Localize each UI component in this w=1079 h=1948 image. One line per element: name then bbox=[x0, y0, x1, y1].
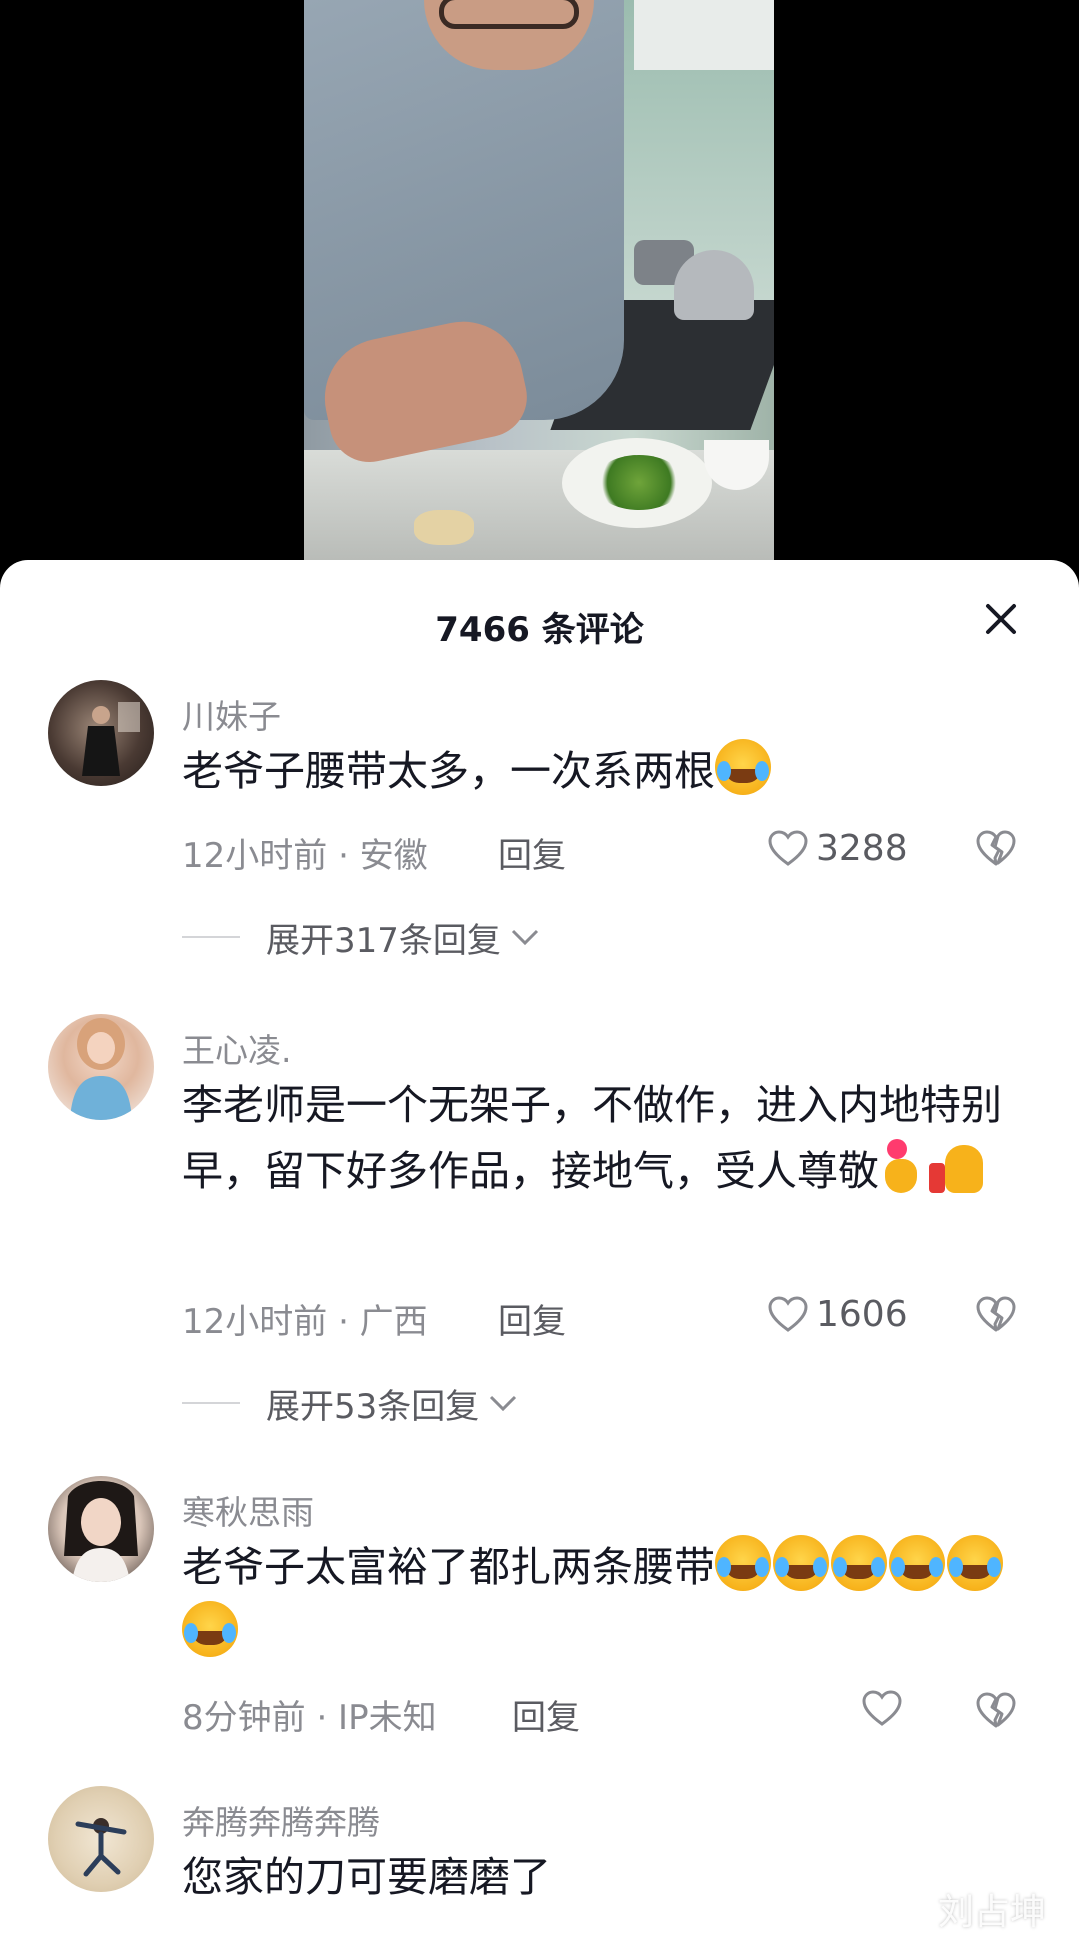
comment-username[interactable]: 川妹子 bbox=[182, 690, 281, 738]
avatar-figure-icon bbox=[64, 1481, 138, 1582]
comment-time-location: 8分钟前 · IP未知 bbox=[182, 1698, 437, 1738]
comment-text: 李老师是一个无架子，不做作，进入内地特别早，留下好多作品，接地气，受人尊敬 bbox=[182, 1072, 1002, 1204]
expand-replies-label: 展开53条回复 bbox=[266, 1386, 480, 1427]
expand-replies-button[interactable]: 展开317条回复 bbox=[182, 912, 541, 962]
comment-username[interactable]: 奔腾奔腾奔腾 bbox=[182, 1796, 380, 1844]
broken-heart-icon bbox=[976, 1296, 1016, 1332]
comment-text: 老爷子腰带太多，一次系两根 bbox=[182, 738, 1012, 804]
comment-time-location: 12小时前 · 广西 bbox=[182, 1302, 428, 1342]
reply-button[interactable]: 回复 bbox=[498, 828, 566, 877]
chevron-down-icon bbox=[511, 929, 538, 946]
video-cabinet bbox=[634, 0, 774, 70]
rolling-laugh-emoji bbox=[715, 1535, 771, 1591]
avatar[interactable] bbox=[48, 1786, 154, 1892]
comment-text: 您家的刀可要磨磨了 bbox=[182, 1844, 1012, 1910]
like-count: 3288 bbox=[816, 828, 908, 869]
rolling-laugh-emoji bbox=[947, 1535, 1003, 1591]
comment-sheet-header: 7466 条评论 bbox=[0, 560, 1079, 676]
broken-heart-icon bbox=[976, 830, 1016, 866]
dislike-button[interactable] bbox=[976, 1296, 1016, 1334]
avatar-figure-icon bbox=[82, 702, 140, 776]
comment-meta: 12小时前 · 广西 回复 1606 bbox=[182, 1294, 1042, 1344]
comment-time-location: 12小时前 · 安徽 bbox=[182, 836, 428, 876]
avatar[interactable] bbox=[48, 1014, 154, 1120]
comment-text: 老爷子太富裕了都扎两条腰带 bbox=[182, 1534, 1012, 1666]
dislike-button[interactable] bbox=[976, 1692, 1016, 1730]
expand-divider bbox=[182, 1402, 240, 1404]
like-button[interactable]: 3288 bbox=[768, 828, 908, 869]
comment-meta: 8分钟前 · IP未知 回复 bbox=[182, 1690, 1042, 1740]
thumbs-up-emoji bbox=[929, 1139, 987, 1195]
comment-text-body: 老爷子腰带太多，一次系两根 bbox=[182, 747, 715, 795]
video-player[interactable] bbox=[0, 0, 1079, 560]
expand-replies-button[interactable]: 展开53条回复 bbox=[182, 1378, 519, 1428]
heart-outline-icon bbox=[862, 1690, 902, 1726]
heart-outline-icon bbox=[768, 829, 808, 866]
comment-meta: 12小时前 · 安徽 回复 3288 bbox=[182, 828, 1042, 878]
close-icon bbox=[986, 604, 1016, 634]
reply-button[interactable]: 回复 bbox=[498, 1294, 566, 1343]
rolling-laugh-emoji bbox=[889, 1535, 945, 1591]
comment-count-title: 7466 条评论 bbox=[435, 610, 644, 650]
rolling-laugh-emoji bbox=[715, 739, 771, 795]
comment-username[interactable]: 寒秋思雨 bbox=[182, 1486, 314, 1534]
rolling-laugh-emoji bbox=[831, 1535, 887, 1591]
video-kettle bbox=[674, 250, 754, 320]
watermark: 刘占坤 bbox=[938, 1892, 1047, 1933]
avatar[interactable] bbox=[48, 680, 154, 786]
rolling-laugh-emoji bbox=[773, 1535, 829, 1591]
reply-button[interactable]: 回复 bbox=[512, 1690, 580, 1739]
video-person-glasses bbox=[439, 0, 579, 29]
comment-text-body: 老爷子太富裕了都扎两条腰带 bbox=[182, 1543, 715, 1591]
rolling-laugh-emoji bbox=[182, 1601, 238, 1657]
expand-replies-label: 展开317条回复 bbox=[266, 920, 501, 961]
expand-divider bbox=[182, 936, 240, 938]
close-button[interactable] bbox=[978, 596, 1024, 642]
video-ginger bbox=[414, 510, 474, 545]
avatar[interactable] bbox=[48, 1476, 154, 1582]
comment-text-body: 您家的刀可要磨磨了 bbox=[182, 1853, 551, 1901]
dislike-button[interactable] bbox=[976, 830, 1016, 868]
video-greens bbox=[594, 455, 684, 510]
avatar-figure-icon bbox=[70, 1018, 132, 1120]
chevron-down-icon bbox=[490, 1395, 517, 1412]
like-button[interactable] bbox=[862, 1690, 910, 1728]
video-frame bbox=[304, 0, 774, 560]
like-count: 1606 bbox=[816, 1294, 908, 1335]
heart-outline-icon bbox=[768, 1295, 808, 1332]
finger-heart-emoji bbox=[879, 1139, 923, 1195]
avatar-figure-icon bbox=[75, 1818, 127, 1877]
comment-username[interactable]: 王心凌. bbox=[182, 1024, 292, 1072]
like-button[interactable]: 1606 bbox=[768, 1294, 908, 1335]
broken-heart-icon bbox=[976, 1692, 1016, 1728]
